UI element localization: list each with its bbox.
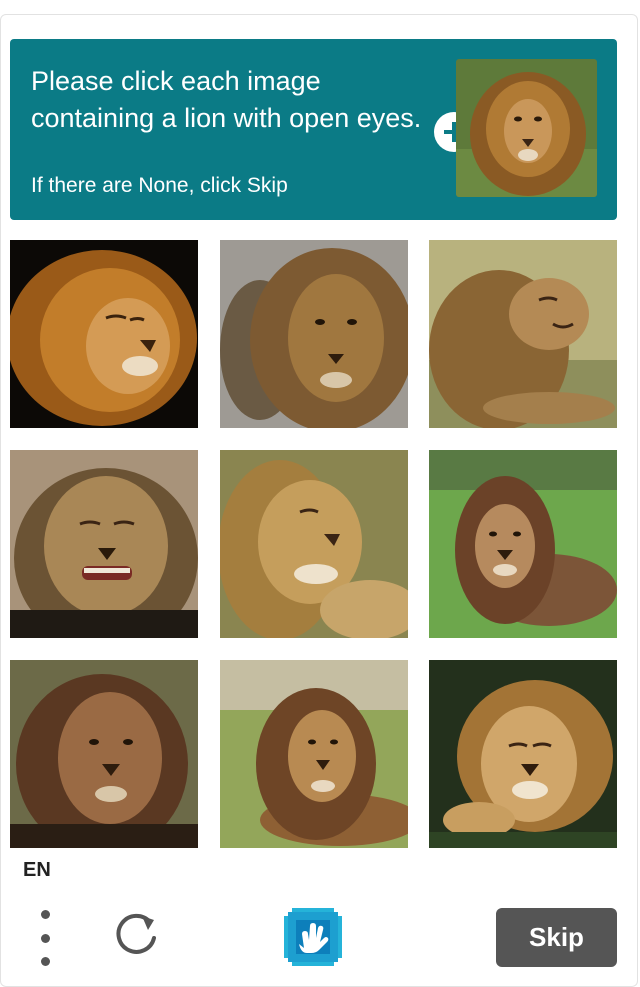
lion-image-2[interactable] (220, 240, 408, 428)
prompt-banner: Please click each image containing a lio… (10, 39, 617, 220)
lion-image-9[interactable] (429, 660, 617, 848)
lion-image-6[interactable] (429, 450, 617, 638)
lion-image-1[interactable] (10, 240, 198, 428)
hcaptcha-hand-logo-icon[interactable] (280, 904, 346, 970)
lion-image-5[interactable] (220, 450, 408, 638)
more-vertical-icon[interactable] (28, 910, 62, 966)
prompt-sub-text: If there are None, click Skip (31, 174, 288, 197)
example-lion-image (456, 59, 597, 197)
refresh-icon[interactable] (110, 908, 162, 960)
lion-image-3[interactable] (429, 240, 617, 428)
lion-image-7[interactable] (10, 660, 198, 848)
lion-image-4[interactable] (10, 450, 198, 638)
skip-button[interactable]: Skip (496, 908, 617, 967)
prompt-main-text: Please click each image containing a lio… (31, 66, 422, 133)
lion-image-8[interactable] (220, 660, 408, 848)
language-selector[interactable]: EN (23, 859, 51, 882)
